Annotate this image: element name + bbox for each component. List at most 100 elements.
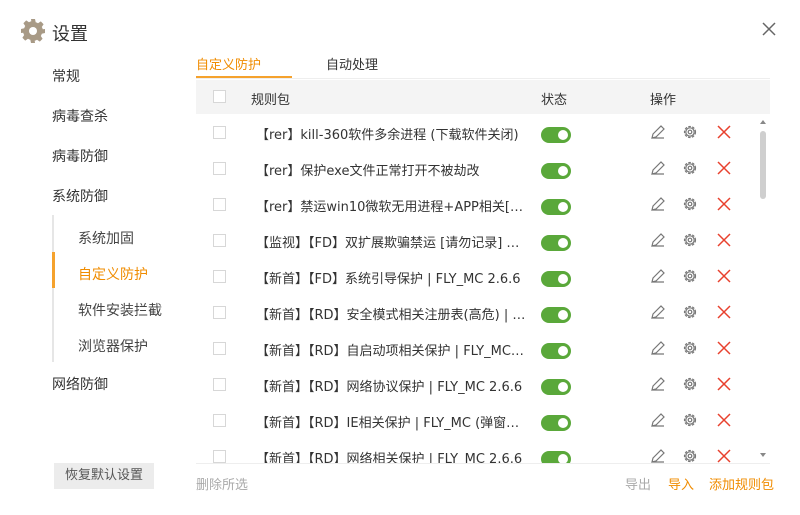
scroll-down-arrow-icon[interactable] bbox=[758, 451, 768, 459]
tab-custom-protection[interactable]: 自定义防护 bbox=[196, 54, 261, 73]
add-rule-button[interactable]: 添加规则包 bbox=[709, 474, 774, 493]
edit-icon[interactable] bbox=[649, 375, 667, 393]
row-checkbox[interactable] bbox=[213, 126, 226, 139]
delete-icon[interactable] bbox=[715, 159, 733, 177]
row-checkbox[interactable] bbox=[213, 234, 226, 247]
table-row: 【新首】【RD】安全模式相关注册表(高危) | FL... bbox=[196, 294, 756, 330]
status-toggle[interactable] bbox=[541, 379, 571, 395]
sidebar: 常规 病毒查杀 病毒防御 系统防御 系统加固 自定义防护 软件安装拦截 浏览器保… bbox=[0, 55, 180, 515]
status-toggle[interactable] bbox=[541, 199, 571, 215]
toggle-knob bbox=[558, 166, 568, 176]
table-row: 【rer】保护exe文件正常打开不被劫改 bbox=[196, 150, 756, 186]
toggle-knob bbox=[558, 238, 568, 248]
edit-icon[interactable] bbox=[649, 123, 667, 141]
header-rule: 规则包 bbox=[251, 93, 291, 108]
status-toggle[interactable] bbox=[541, 343, 571, 359]
tab-auto-handle[interactable]: 自动处理 bbox=[326, 54, 378, 73]
settings-gear-icon[interactable] bbox=[681, 231, 699, 249]
rule-name: 【新首】【RD】自启动项相关保护 | FLY_MC 2.... bbox=[256, 344, 526, 359]
edit-icon[interactable] bbox=[649, 303, 667, 321]
sidebar-subitem-system-hardening[interactable]: 系统加固 bbox=[78, 228, 134, 248]
rule-name: 【新首】【RD】IE相关保护 | FLY_MC (弹窗较... bbox=[256, 416, 526, 431]
settings-gear-icon[interactable] bbox=[681, 267, 699, 285]
export-button[interactable]: 导出 bbox=[625, 474, 651, 493]
delete-selected-button[interactable]: 删除所选 bbox=[196, 474, 248, 493]
row-checkbox[interactable] bbox=[213, 270, 226, 283]
status-toggle[interactable] bbox=[541, 307, 571, 323]
toggle-knob bbox=[558, 274, 568, 284]
delete-icon[interactable] bbox=[715, 123, 733, 141]
delete-icon[interactable] bbox=[715, 303, 733, 321]
footer-divider bbox=[196, 463, 770, 464]
rule-name: 【rer】kill-360软件多余进程 (下载软件关闭) bbox=[256, 128, 519, 143]
settings-gear-icon[interactable] bbox=[681, 303, 699, 321]
delete-icon[interactable] bbox=[715, 231, 733, 249]
gear-icon bbox=[21, 19, 45, 43]
rule-list: 【rer】kill-360软件多余进程 (下载软件关闭) 【rer】保护exe文件… bbox=[196, 114, 770, 464]
sidebar-subitem-custom-protection[interactable]: 自定义防护 bbox=[78, 264, 148, 284]
toggle-knob bbox=[558, 130, 568, 140]
settings-gear-icon[interactable] bbox=[681, 195, 699, 213]
toggle-knob bbox=[558, 346, 568, 356]
delete-icon[interactable] bbox=[715, 339, 733, 357]
edit-icon[interactable] bbox=[649, 339, 667, 357]
settings-gear-icon[interactable] bbox=[681, 375, 699, 393]
row-checkbox[interactable] bbox=[213, 162, 226, 175]
header-actions: 操作 bbox=[650, 93, 677, 108]
status-toggle[interactable] bbox=[541, 127, 571, 143]
tab-active-underline bbox=[196, 76, 292, 78]
delete-icon[interactable] bbox=[715, 375, 733, 393]
settings-gear-icon[interactable] bbox=[681, 123, 699, 141]
delete-icon[interactable] bbox=[715, 447, 733, 464]
import-button[interactable]: 导入 bbox=[668, 474, 694, 493]
scroll-up-arrow-icon[interactable] bbox=[758, 118, 768, 126]
row-checkbox[interactable] bbox=[213, 450, 226, 463]
rule-name: 【新首】【FD】系统引导保护 | FLY_MC 2.6.6 bbox=[256, 272, 521, 287]
close-icon[interactable] bbox=[758, 18, 780, 40]
table-row: 【新首】【RD】IE相关保护 | FLY_MC (弹窗较... bbox=[196, 402, 756, 438]
submenu-active-indicator bbox=[52, 252, 55, 288]
delete-icon[interactable] bbox=[715, 267, 733, 285]
status-toggle[interactable] bbox=[541, 163, 571, 179]
settings-gear-icon[interactable] bbox=[681, 411, 699, 429]
status-toggle[interactable] bbox=[541, 271, 571, 287]
row-checkbox[interactable] bbox=[213, 306, 226, 319]
table-row: 【新首】【RD】网络相关保护 | FLY_MC 2.6.6 bbox=[196, 438, 756, 464]
edit-icon[interactable] bbox=[649, 159, 667, 177]
header-status: 状态 bbox=[541, 93, 568, 108]
sidebar-item-virus-scan[interactable]: 病毒查杀 bbox=[52, 106, 108, 126]
row-checkbox[interactable] bbox=[213, 414, 226, 427]
sidebar-item-general[interactable]: 常规 bbox=[52, 66, 80, 86]
scrollbar-thumb[interactable] bbox=[760, 131, 766, 199]
rule-name: 【rer】保护exe文件正常打开不被劫改 bbox=[256, 164, 480, 179]
sidebar-subitem-install-block[interactable]: 软件安装拦截 bbox=[78, 300, 162, 320]
edit-icon[interactable] bbox=[649, 267, 667, 285]
table-row: 【新首】【FD】系统引导保护 | FLY_MC 2.6.6 bbox=[196, 258, 756, 294]
tab-divider bbox=[196, 78, 770, 79]
sidebar-item-network-defense[interactable]: 网络防御 bbox=[52, 374, 108, 394]
edit-icon[interactable] bbox=[649, 447, 667, 464]
sidebar-subitem-browser-protection[interactable]: 浏览器保护 bbox=[78, 336, 148, 356]
edit-icon[interactable] bbox=[649, 195, 667, 213]
rule-name: 【新首】【RD】网络协议保护 | FLY_MC 2.6.6 bbox=[256, 380, 523, 395]
delete-icon[interactable] bbox=[715, 411, 733, 429]
edit-icon[interactable] bbox=[649, 411, 667, 429]
status-toggle[interactable] bbox=[541, 235, 571, 251]
edit-icon[interactable] bbox=[649, 231, 667, 249]
toggle-knob bbox=[558, 202, 568, 212]
settings-gear-icon[interactable] bbox=[681, 447, 699, 464]
settings-gear-icon[interactable] bbox=[681, 159, 699, 177]
sidebar-item-system-defense[interactable]: 系统防御 bbox=[52, 186, 108, 206]
restore-defaults-button[interactable]: 恢复默认设置 bbox=[54, 463, 154, 489]
row-checkbox[interactable] bbox=[213, 198, 226, 211]
toggle-knob bbox=[558, 418, 568, 428]
status-toggle[interactable] bbox=[541, 415, 571, 431]
submenu-track bbox=[52, 215, 54, 362]
select-all-checkbox[interactable] bbox=[213, 90, 226, 103]
delete-icon[interactable] bbox=[715, 195, 733, 213]
sidebar-item-virus-defense[interactable]: 病毒防御 bbox=[52, 146, 108, 166]
row-checkbox[interactable] bbox=[213, 342, 226, 355]
settings-gear-icon[interactable] bbox=[681, 339, 699, 357]
row-checkbox[interactable] bbox=[213, 378, 226, 391]
rule-name: 【监视】【FD】双扩展欺骗禁运 [请勿记录] or ... bbox=[256, 236, 526, 251]
